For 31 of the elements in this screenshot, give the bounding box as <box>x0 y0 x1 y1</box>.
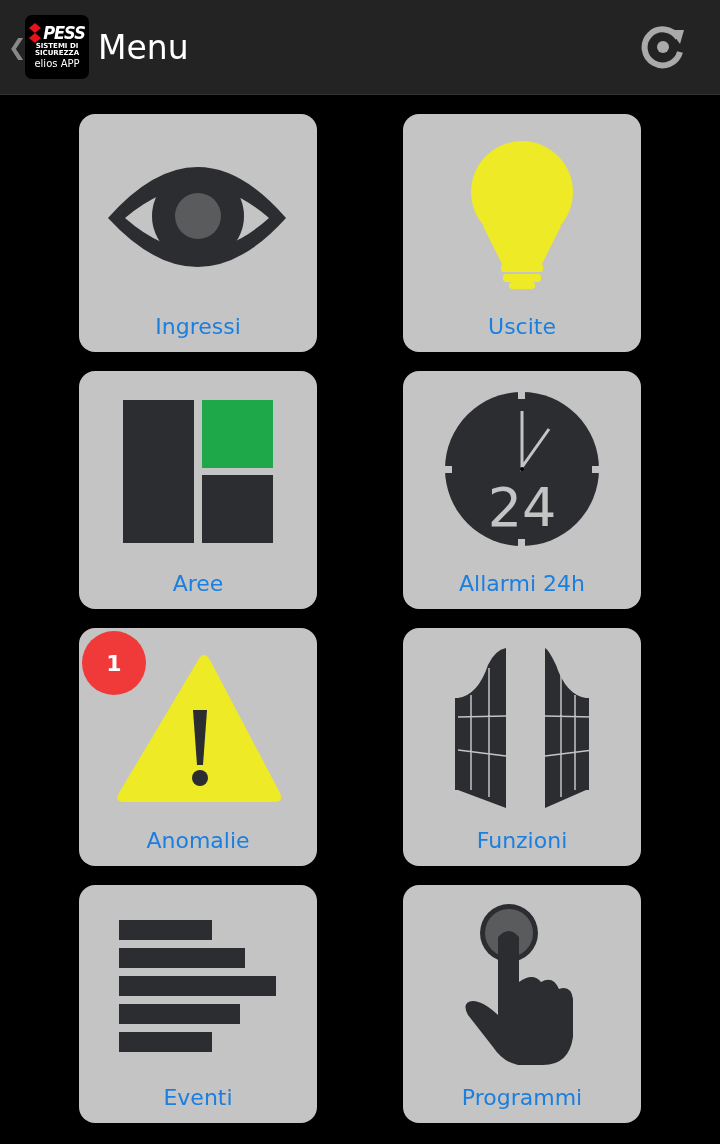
notification-badge: 1 <box>82 631 146 695</box>
tile-label: Allarmi 24h <box>459 571 585 596</box>
gate-icon <box>455 648 589 808</box>
menu-tile[interactable]: Anomalie 1 <box>79 628 317 866</box>
tile-label: Ingressi <box>155 314 241 339</box>
menu-tile[interactable]: Funzioni <box>403 628 641 866</box>
logo-brand: PESS <box>43 23 85 43</box>
page-title: Menu <box>98 27 190 67</box>
menu-tile[interactable]: Uscite <box>403 114 641 352</box>
refresh-icon[interactable] <box>640 24 686 70</box>
tile-label: Programmi <box>461 1085 583 1110</box>
areas-icon <box>123 400 273 543</box>
tile-label: Anomalie <box>146 828 250 853</box>
menu-tile[interactable]: Ingressi <box>79 114 317 352</box>
logo-mark-icon <box>29 23 42 43</box>
menu-tile[interactable]: Programmi <box>403 885 641 1123</box>
clock-icon <box>445 392 599 546</box>
tile-label: Eventi <box>163 1085 233 1110</box>
menu-tile[interactable]: 24 Allarmi 24h <box>403 371 641 609</box>
back-arrow[interactable]: ❮ <box>8 34 25 60</box>
lightbulb-icon <box>471 141 573 289</box>
menu-tile[interactable]: Eventi <box>79 885 317 1123</box>
tile-label: Funzioni <box>476 828 568 853</box>
eye-icon <box>108 167 286 267</box>
clock-number: 24 <box>487 476 557 539</box>
menu-tile[interactable]: Aree <box>79 371 317 609</box>
tile-label: Aree <box>172 571 224 596</box>
logo-app-name: elios APP <box>34 57 80 71</box>
tile-label: Uscite <box>488 314 556 339</box>
list-icon <box>119 920 276 1052</box>
pointing-hand-icon <box>465 904 573 1065</box>
